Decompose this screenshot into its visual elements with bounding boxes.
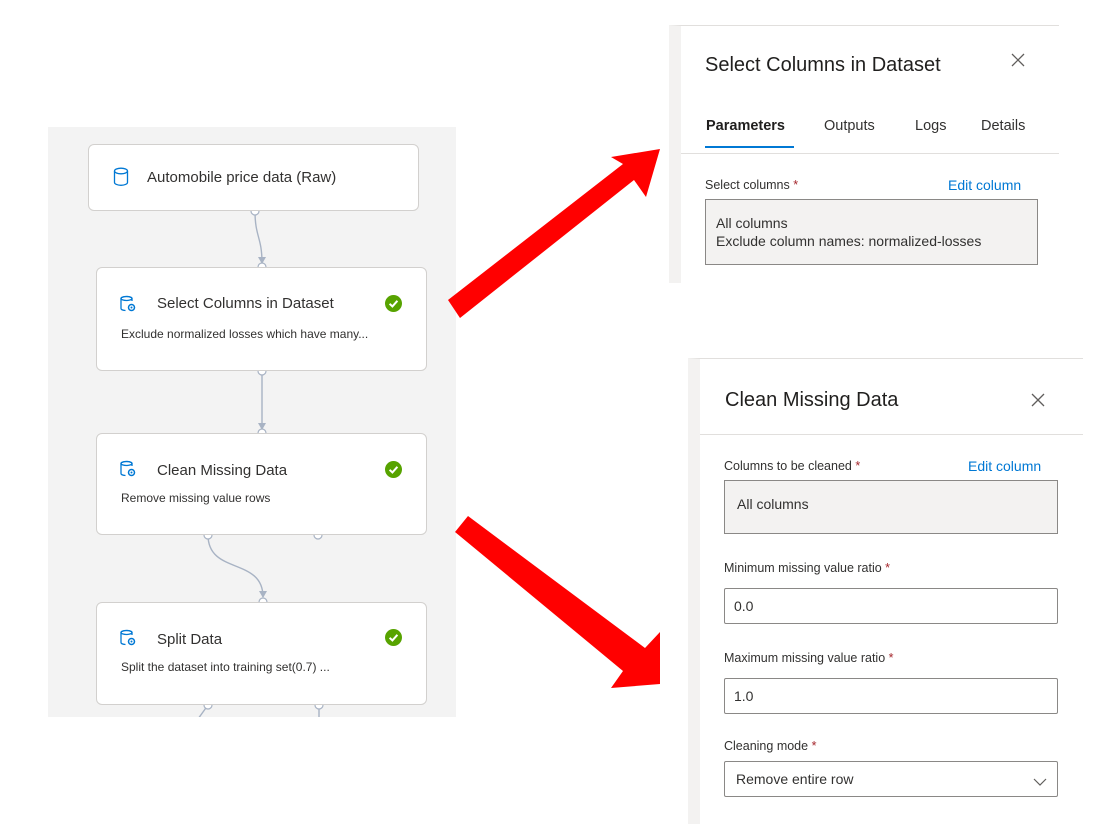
header-divider bbox=[700, 434, 1083, 435]
node-title: Select Columns in Dataset bbox=[157, 295, 334, 312]
cleaning-mode-label-text: Cleaning mode bbox=[724, 739, 809, 753]
min-ratio-label-text: Minimum missing value ratio bbox=[724, 561, 882, 575]
columns-display: All columns bbox=[724, 480, 1058, 534]
edit-column-link[interactable]: Edit column bbox=[968, 458, 1041, 474]
database-icon bbox=[113, 167, 129, 192]
module-icon bbox=[119, 460, 137, 483]
active-tab-indicator bbox=[705, 146, 794, 148]
edit-column-link[interactable]: Edit column bbox=[948, 177, 1021, 193]
node-description: Remove missing value rows bbox=[121, 491, 271, 505]
close-icon[interactable] bbox=[1031, 390, 1045, 413]
success-check-icon bbox=[385, 629, 402, 651]
selected-columns-display: All columns Exclude column names: normal… bbox=[705, 199, 1038, 265]
select-columns-panel: Select Columns in Dataset Parameters Out… bbox=[669, 25, 1059, 283]
node-title: Automobile price data (Raw) bbox=[147, 169, 337, 186]
connector-1 bbox=[254, 210, 263, 264]
max-ratio-label-text: Maximum missing value ratio bbox=[724, 651, 886, 665]
success-check-icon bbox=[385, 461, 402, 483]
connector-3 bbox=[207, 534, 264, 598]
panel-title: Select Columns in Dataset bbox=[705, 54, 941, 76]
required-mark: * bbox=[793, 178, 799, 192]
arrow-to-select-columns-panel bbox=[448, 149, 660, 318]
selected-columns-line1: All columns bbox=[716, 215, 788, 231]
node-title: Clean Missing Data bbox=[157, 462, 288, 479]
required-mark: * bbox=[885, 561, 891, 575]
module-icon bbox=[119, 629, 137, 652]
success-check-icon bbox=[385, 295, 402, 317]
columns-label-text: Columns to be cleaned bbox=[724, 459, 852, 473]
selected-columns-line2: Exclude column names: normalized-losses bbox=[716, 233, 982, 249]
close-icon[interactable] bbox=[1011, 50, 1025, 73]
field-label: Select columns * bbox=[705, 178, 798, 192]
clean-missing-data-panel: Clean Missing Data Columns to be cleaned… bbox=[688, 358, 1083, 824]
tabs-divider bbox=[681, 153, 1059, 154]
pipeline-node-select-columns[interactable]: Select Columns in Dataset Exclude normal… bbox=[96, 267, 427, 371]
tab-parameters[interactable]: Parameters bbox=[706, 118, 785, 134]
node-description: Exclude normalized losses which have man… bbox=[121, 327, 369, 341]
required-mark: * bbox=[855, 459, 861, 473]
pipeline-node-dataset[interactable]: Automobile price data (Raw) bbox=[88, 144, 419, 211]
required-mark: * bbox=[811, 739, 817, 753]
chevron-down-icon bbox=[1033, 774, 1047, 790]
max-ratio-input[interactable] bbox=[724, 678, 1058, 714]
node-description: Split the dataset into training set(0.7)… bbox=[121, 660, 330, 674]
tab-outputs[interactable]: Outputs bbox=[824, 118, 875, 134]
pipeline-canvas[interactable]: Automobile price data (Raw) Select Colum… bbox=[48, 127, 456, 717]
arrowhead-3 bbox=[259, 591, 267, 598]
cleaning-mode-dropdown[interactable]: Remove entire row bbox=[724, 761, 1058, 797]
pipeline-node-split-data[interactable]: Split Data Split the dataset into traini… bbox=[96, 602, 427, 705]
panel-title: Clean Missing Data bbox=[725, 389, 899, 411]
min-ratio-input[interactable] bbox=[724, 588, 1058, 624]
cleaning-mode-label: Cleaning mode * bbox=[724, 739, 816, 753]
field-label-text: Select columns bbox=[705, 178, 790, 192]
required-mark: * bbox=[888, 651, 894, 665]
tab-details[interactable]: Details bbox=[981, 118, 1025, 134]
columns-label: Columns to be cleaned * bbox=[724, 459, 860, 473]
min-ratio-label: Minimum missing value ratio * bbox=[724, 561, 890, 575]
cleaning-mode-value: Remove entire row bbox=[736, 771, 854, 787]
tab-logs[interactable]: Logs bbox=[915, 118, 946, 134]
node-title: Split Data bbox=[157, 631, 223, 648]
module-icon bbox=[119, 295, 137, 318]
arrow-to-clean-missing-panel bbox=[455, 516, 660, 688]
pipeline-node-clean-missing-data[interactable]: Clean Missing Data Remove missing value … bbox=[96, 433, 427, 535]
max-ratio-label: Maximum missing value ratio * bbox=[724, 651, 894, 665]
